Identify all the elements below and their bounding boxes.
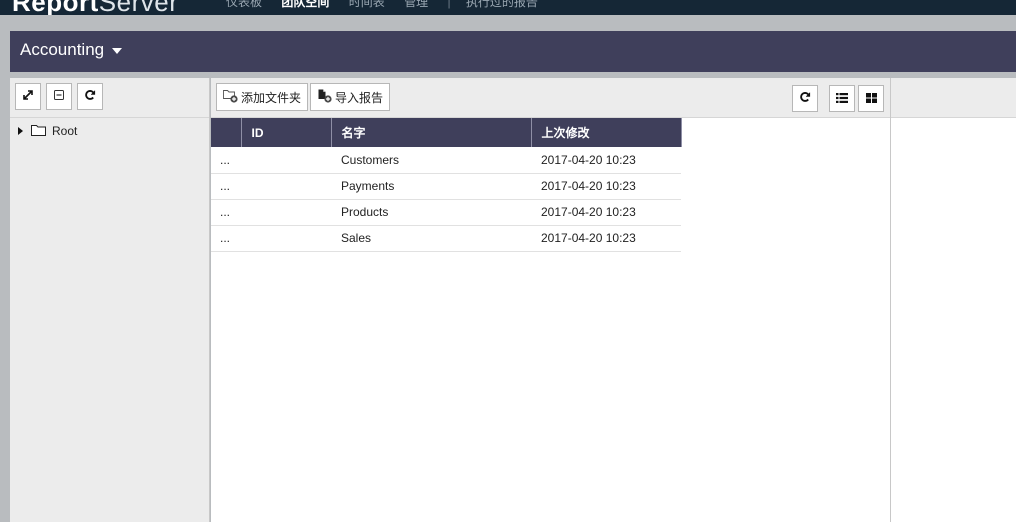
tree-node-label: Root (52, 124, 78, 138)
refresh-content-button[interactable] (792, 85, 818, 112)
cell-last-modified: 2017-04-20 10:23 (531, 225, 681, 252)
brand-logo[interactable]: ReportServer (12, 0, 178, 15)
top-nav: 仪表板 团队空间 时间表 管理 | 执行过的报告 (226, 0, 554, 10)
cell-name[interactable]: Payments (331, 173, 531, 200)
nav-separator: | (447, 0, 451, 9)
add-folder-icon (223, 89, 239, 106)
teamspace-title-bar: Accounting (10, 31, 1016, 72)
caret-down-icon (112, 47, 123, 54)
teamspace-title: Accounting (20, 40, 105, 59)
grid-view-icon (865, 92, 877, 106)
list-view-icon (836, 92, 848, 106)
cell-name[interactable]: Products (331, 199, 531, 226)
nav-executed-reports[interactable]: 执行过的报告 (466, 0, 538, 9)
folder-tree-panel: Root (10, 78, 210, 522)
cell-name[interactable]: Sales (331, 225, 531, 252)
row-menu-button[interactable]: ... (211, 199, 241, 226)
row-menu-button[interactable]: ... (211, 225, 241, 252)
table-row[interactable]: ... Customers 2017-04-20 10:23 (211, 147, 681, 174)
reports-table: ID 名字 上次修改 ... Customers 2017-04-20 10:2… (211, 118, 682, 252)
teamspace-dropdown[interactable]: Accounting (20, 40, 123, 60)
import-report-button[interactable]: 导入报告 (310, 83, 391, 111)
column-header-id[interactable]: ID (241, 118, 332, 147)
collapse-all-button[interactable] (46, 83, 72, 110)
content-panel: 添加文件夹 导入报告 ID 名字 上次修改 ... Customers 2017… (211, 78, 891, 522)
grid-view-button[interactable] (858, 85, 884, 112)
list-view-button[interactable] (829, 85, 855, 112)
nav-dashboard[interactable]: 仪表板 (226, 0, 262, 9)
cell-last-modified: 2017-04-20 10:23 (531, 147, 681, 174)
tree-toolbar (10, 78, 209, 118)
refresh-icon (799, 91, 811, 106)
nav-admin[interactable]: 管理 (404, 0, 428, 9)
cell-id (241, 199, 331, 226)
expand-all-button[interactable] (15, 83, 41, 110)
folder-tree: Root (10, 118, 209, 139)
cell-last-modified: 2017-04-20 10:23 (531, 173, 681, 200)
cell-id (241, 173, 331, 200)
add-folder-button[interactable]: 添加文件夹 (216, 83, 309, 111)
import-report-icon (317, 89, 333, 106)
table-row[interactable]: ... Payments 2017-04-20 10:23 (211, 173, 681, 200)
cell-id (241, 147, 331, 174)
nav-scheduler[interactable]: 时间表 (349, 0, 385, 9)
top-bar: ReportServer 仪表板 团队空间 时间表 管理 | 执行过的报告 (0, 0, 1016, 15)
table-row[interactable]: ... Products 2017-04-20 10:23 (211, 199, 681, 226)
refresh-icon (84, 89, 96, 104)
row-menu-button[interactable]: ... (211, 173, 241, 200)
nav-teamspace[interactable]: 团队空间 (281, 0, 329, 9)
expand-icon (22, 89, 34, 104)
tree-node-root[interactable]: Root (18, 123, 209, 139)
cell-id (241, 225, 331, 252)
add-folder-label: 添加文件夹 (241, 90, 302, 105)
column-header-last-modified[interactable]: 上次修改 (531, 118, 682, 147)
folder-icon (31, 124, 46, 139)
cell-name[interactable]: Customers (331, 147, 531, 174)
cell-last-modified: 2017-04-20 10:23 (531, 199, 681, 226)
table-header-row: ID 名字 上次修改 (211, 118, 682, 147)
table-row[interactable]: ... Sales 2017-04-20 10:23 (211, 225, 681, 252)
expand-arrow-icon[interactable] (18, 127, 23, 135)
import-report-label: 导入报告 (335, 90, 384, 105)
content-toolbar: 添加文件夹 导入报告 (211, 78, 890, 118)
column-header-name[interactable]: 名字 (331, 118, 532, 147)
row-menu-button[interactable]: ... (211, 147, 241, 174)
refresh-tree-button[interactable] (77, 83, 103, 110)
collapse-icon (53, 89, 65, 104)
brand-light: Server (98, 0, 179, 15)
detail-panel (891, 78, 1016, 522)
column-header-select (211, 118, 242, 147)
brand-bold: Report (12, 0, 99, 15)
detail-panel-toolbar (891, 78, 1016, 118)
